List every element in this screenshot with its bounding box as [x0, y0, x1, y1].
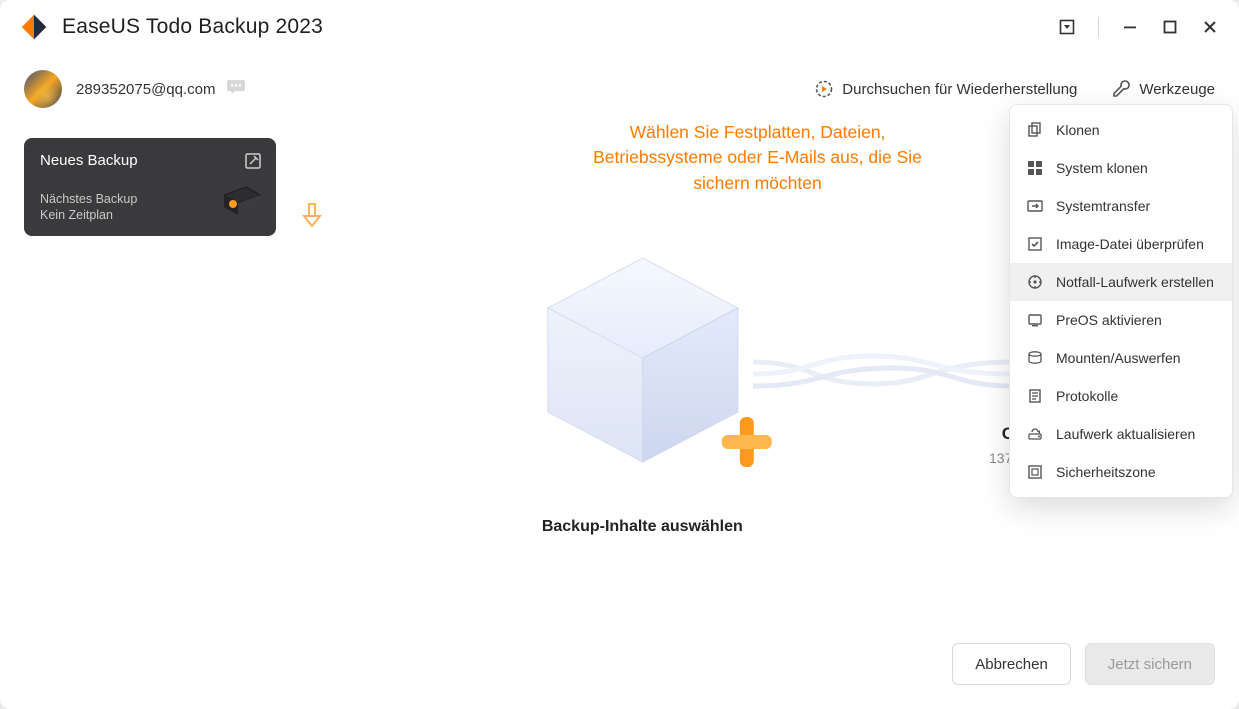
tools-menu-item-label: PreOS aktivieren [1056, 312, 1162, 328]
edit-icon[interactable] [244, 152, 262, 175]
preos-icon [1026, 311, 1044, 329]
cube-icon [537, 250, 747, 470]
plus-icon [715, 411, 777, 478]
tools-menu-item-3[interactable]: Image-Datei überprüfen [1010, 225, 1232, 263]
tools-menu-item-label: Systemtransfer [1056, 198, 1150, 214]
tools-menu-item-label: Laufwerk aktualisieren [1056, 426, 1195, 442]
maximize-button[interactable] [1161, 18, 1179, 36]
refresh-drive-icon [1026, 425, 1044, 443]
tools-menu-item-0[interactable]: Klonen [1010, 111, 1232, 149]
mount-icon [1026, 349, 1044, 367]
user-email: 289352075@qq.com [76, 81, 216, 98]
system-clone-icon [1026, 159, 1044, 177]
tools-menu-item-label: Klonen [1056, 122, 1100, 138]
tools-icon [1111, 79, 1131, 99]
system-transfer-icon [1026, 197, 1044, 215]
tools-menu-item-6[interactable]: Mounten/Auswerfen [1010, 339, 1232, 377]
app-title: EaseUS Todo Backup 2023 [62, 15, 1058, 39]
tools-menu-item-7[interactable]: Protokolle [1010, 377, 1232, 415]
close-button[interactable] [1201, 18, 1219, 36]
check-image-icon [1026, 235, 1044, 253]
separator [1098, 17, 1099, 37]
toolbar-right: Durchsuchen für Wiederherstellung Werkze… [814, 79, 1215, 99]
tools-menu-item-8[interactable]: Laufwerk aktualisieren [1010, 415, 1232, 453]
new-backup-card[interactable]: Neues Backup Nächstes Backup Kein Zeitpl… [24, 138, 276, 236]
tools-menu-item-label: System klonen [1056, 160, 1148, 176]
tools-menu-item-4[interactable]: Notfall-Laufwerk erstellen [1010, 263, 1232, 301]
browse-recover-label: Durchsuchen für Wiederherstellung [842, 81, 1077, 98]
tools-link[interactable]: Werkzeuge [1111, 79, 1215, 99]
emergency-disk-icon [1026, 273, 1044, 291]
tools-menu-item-label: Mounten/Auswerfen [1056, 350, 1181, 366]
source-block[interactable]: Backup-Inhalte auswählen [522, 250, 762, 536]
clone-icon [1026, 121, 1044, 139]
title-bar: EaseUS Todo Backup 2023 [0, 0, 1239, 54]
tools-menu-item-1[interactable]: System klonen [1010, 149, 1232, 187]
minimize-button[interactable] [1121, 18, 1139, 36]
tools-menu-item-label: Protokolle [1056, 388, 1118, 404]
security-zone-icon [1026, 463, 1044, 481]
dropdown-window-icon[interactable] [1058, 18, 1076, 36]
browse-recover-link[interactable]: Durchsuchen für Wiederherstellung [814, 79, 1077, 99]
tools-menu: Klonen System klonen Systemtransfer Image-D… [1009, 104, 1233, 498]
tools-menu-item-label: Image-Datei überprüfen [1056, 236, 1204, 252]
tools-menu-item-label: Notfall-Laufwerk erstellen [1056, 274, 1214, 290]
app-window: EaseUS Todo Backup 2023 289352075@qq.com [0, 0, 1239, 709]
disk-icon [220, 185, 262, 224]
select-content-label: Backup-Inhalte auswählen [522, 518, 762, 536]
tools-menu-item-2[interactable]: Systemtransfer [1010, 187, 1232, 225]
recover-icon [814, 79, 834, 99]
tools-menu-item-5[interactable]: PreOS aktivieren [1010, 301, 1232, 339]
window-controls [1058, 17, 1219, 37]
sidebar: Neues Backup Nächstes Backup Kein Zeitpl… [24, 138, 276, 236]
footer-actions: Abbrechen Jetzt sichern [952, 643, 1215, 685]
avatar[interactable] [24, 70, 62, 108]
tools-menu-item-label: Sicherheitszone [1056, 464, 1156, 480]
cancel-button[interactable]: Abbrechen [952, 643, 1071, 685]
tools-label: Werkzeuge [1139, 81, 1215, 98]
logs-icon [1026, 387, 1044, 405]
app-logo-icon [20, 13, 48, 41]
card-title: Neues Backup [40, 152, 260, 169]
tools-menu-item-9[interactable]: Sicherheitszone [1010, 453, 1232, 491]
backup-now-button: Jetzt sichern [1085, 643, 1215, 685]
chat-icon[interactable] [226, 79, 246, 100]
